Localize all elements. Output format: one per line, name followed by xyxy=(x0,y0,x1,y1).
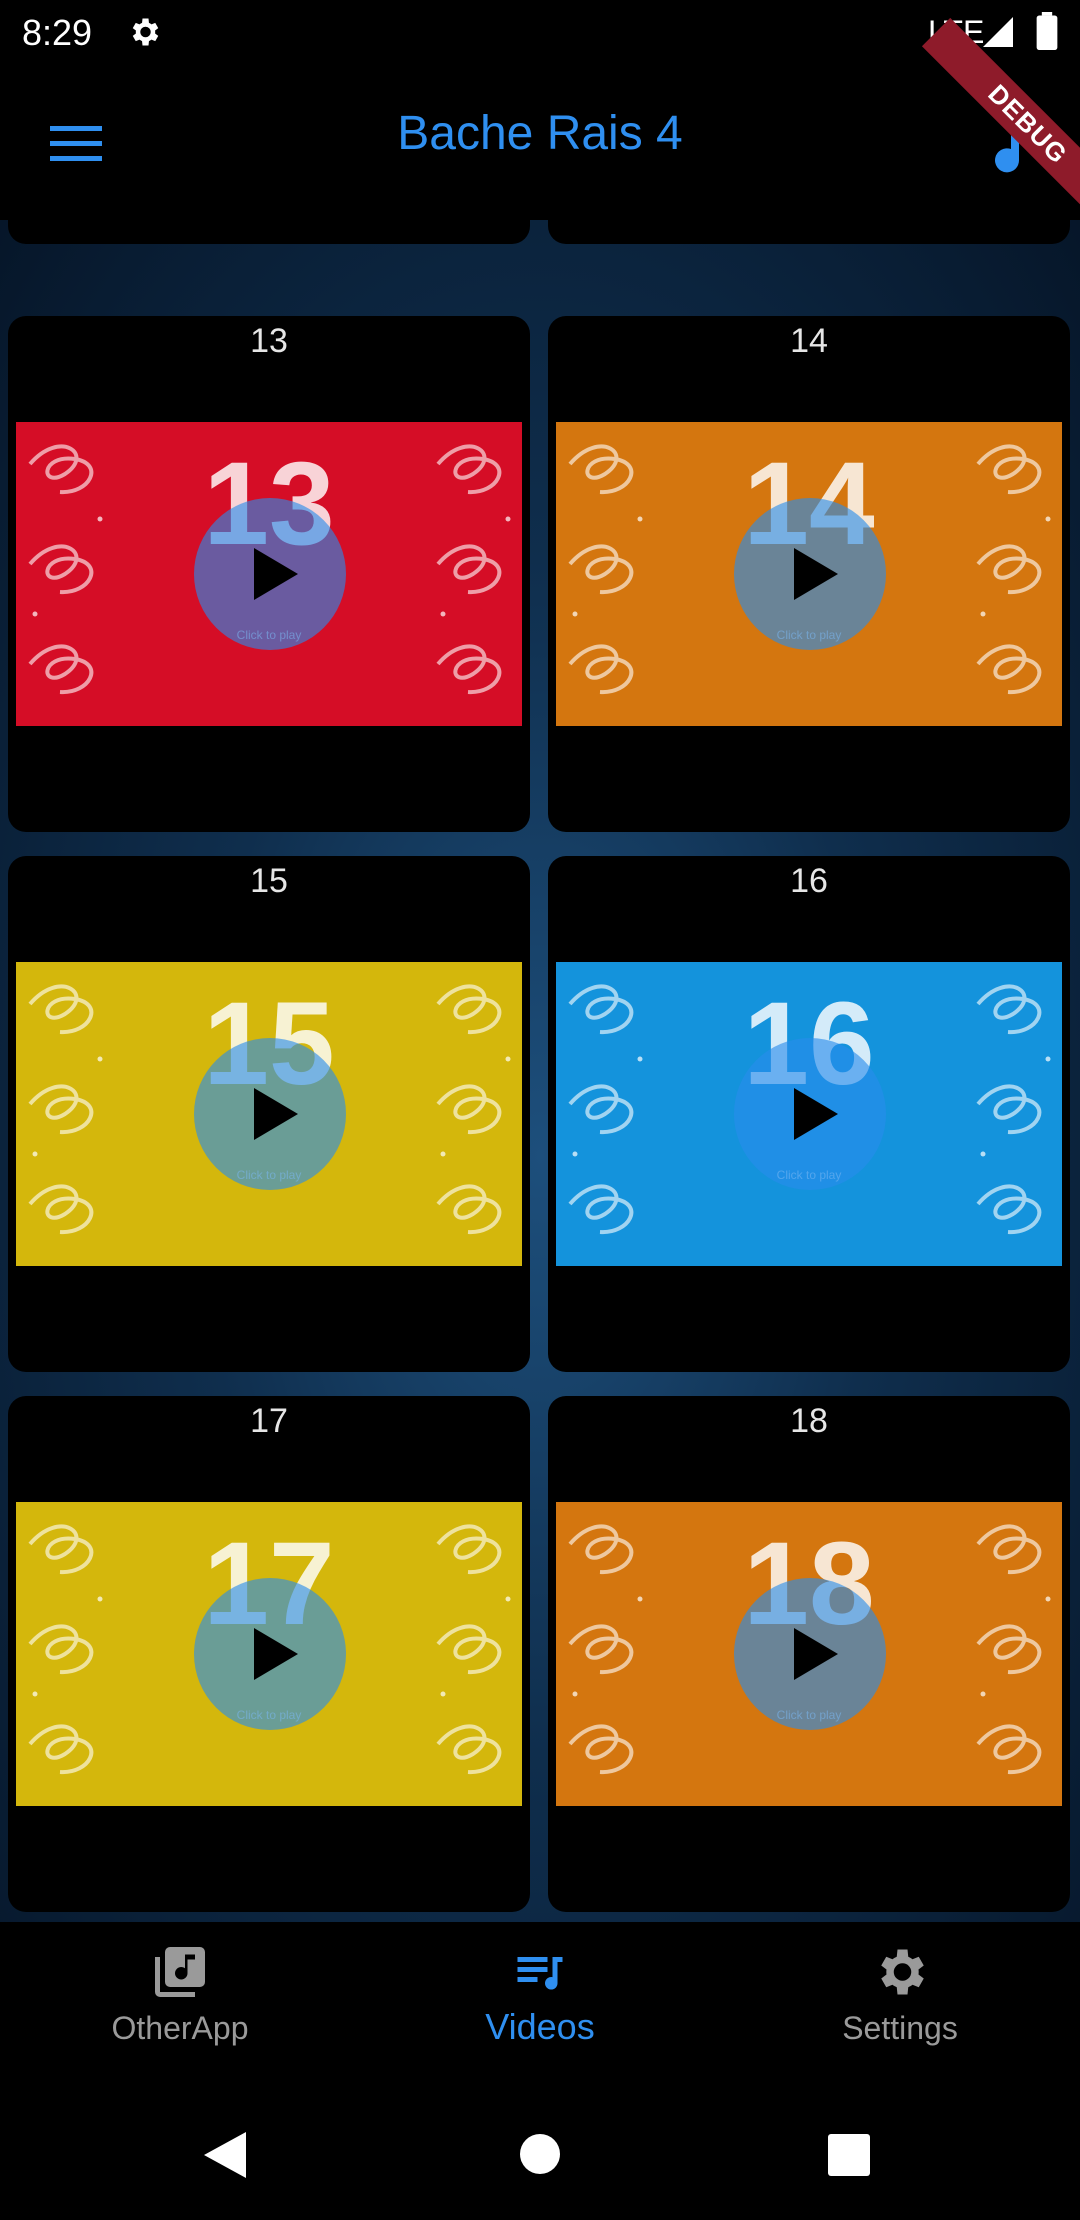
play-icon xyxy=(254,1628,298,1680)
music-library-icon xyxy=(155,1947,205,1997)
page-title: Bache Rais 4 xyxy=(397,107,683,160)
video-tile[interactable]: 13 13 Click to play xyxy=(8,316,530,832)
video-thumbnail[interactable]: 18 Click to play xyxy=(556,1502,1062,1806)
video-grid: 13 13 Click to play 14 14 Click to play … xyxy=(0,220,1080,1922)
video-thumbnail[interactable]: 15 Click to play xyxy=(16,962,522,1266)
back-icon[interactable] xyxy=(202,2130,248,2180)
bottom-navigation: OtherApp Videos Settings xyxy=(0,1922,1080,2090)
status-bar: 8:29 LTE xyxy=(0,0,1080,66)
video-tile-partial[interactable] xyxy=(548,220,1070,244)
nav-label: Videos xyxy=(485,2006,595,2047)
settings-gear-icon xyxy=(132,18,159,46)
video-thumbnail[interactable]: 14 Click to play xyxy=(556,422,1062,726)
status-time: 8:29 xyxy=(22,12,93,53)
play-icon xyxy=(254,1088,298,1140)
video-tile[interactable]: 18 18 Click to play xyxy=(548,1396,1070,1912)
video-number: 17 xyxy=(250,1402,288,1440)
play-icon xyxy=(254,548,298,600)
video-tile[interactable]: 14 14 Click to play xyxy=(548,316,1070,832)
nav-label: OtherApp xyxy=(111,2010,249,2046)
play-icon xyxy=(794,1088,838,1140)
nav-item-videos[interactable]: Videos xyxy=(360,1942,720,2048)
video-thumbnail[interactable]: 17 Click to play xyxy=(16,1502,522,1806)
play-button[interactable] xyxy=(734,498,886,650)
recent-apps-icon[interactable] xyxy=(828,2134,870,2176)
play-icon xyxy=(794,1628,838,1680)
video-tile[interactable]: 17 17 Click to play xyxy=(8,1396,530,1912)
play-button[interactable] xyxy=(734,1578,886,1730)
video-number: 13 xyxy=(250,322,288,360)
video-number: 16 xyxy=(790,862,828,900)
app-bar: Bache Rais 4 DEBUG xyxy=(0,17,1080,231)
signal-icon xyxy=(983,17,1013,47)
home-icon[interactable] xyxy=(520,2134,560,2174)
play-button[interactable] xyxy=(194,1038,346,1190)
video-tile[interactable]: 16 16 Click to play xyxy=(548,856,1070,1372)
play-icon xyxy=(794,548,838,600)
playlist-music-icon xyxy=(517,1957,563,1990)
nav-item-settings[interactable]: Settings xyxy=(720,1942,1080,2047)
video-tile[interactable]: 15 15 Click to play xyxy=(8,856,530,1372)
nav-item-otherapp[interactable]: OtherApp xyxy=(0,1942,360,2047)
play-button[interactable] xyxy=(194,1578,346,1730)
video-number: 14 xyxy=(790,322,828,360)
video-thumbnail[interactable]: 13 Click to play xyxy=(16,422,522,726)
video-number: 18 xyxy=(790,1402,828,1440)
play-button[interactable] xyxy=(734,1038,886,1190)
system-navigation-bar xyxy=(0,2090,1080,2220)
video-tile-partial[interactable] xyxy=(8,220,530,244)
gear-icon xyxy=(881,1949,924,1995)
battery-icon xyxy=(1036,12,1058,50)
play-button[interactable] xyxy=(194,498,346,650)
nav-label: Settings xyxy=(842,2010,958,2046)
video-thumbnail[interactable]: 16 Click to play xyxy=(556,962,1062,1266)
video-number: 15 xyxy=(250,862,288,900)
